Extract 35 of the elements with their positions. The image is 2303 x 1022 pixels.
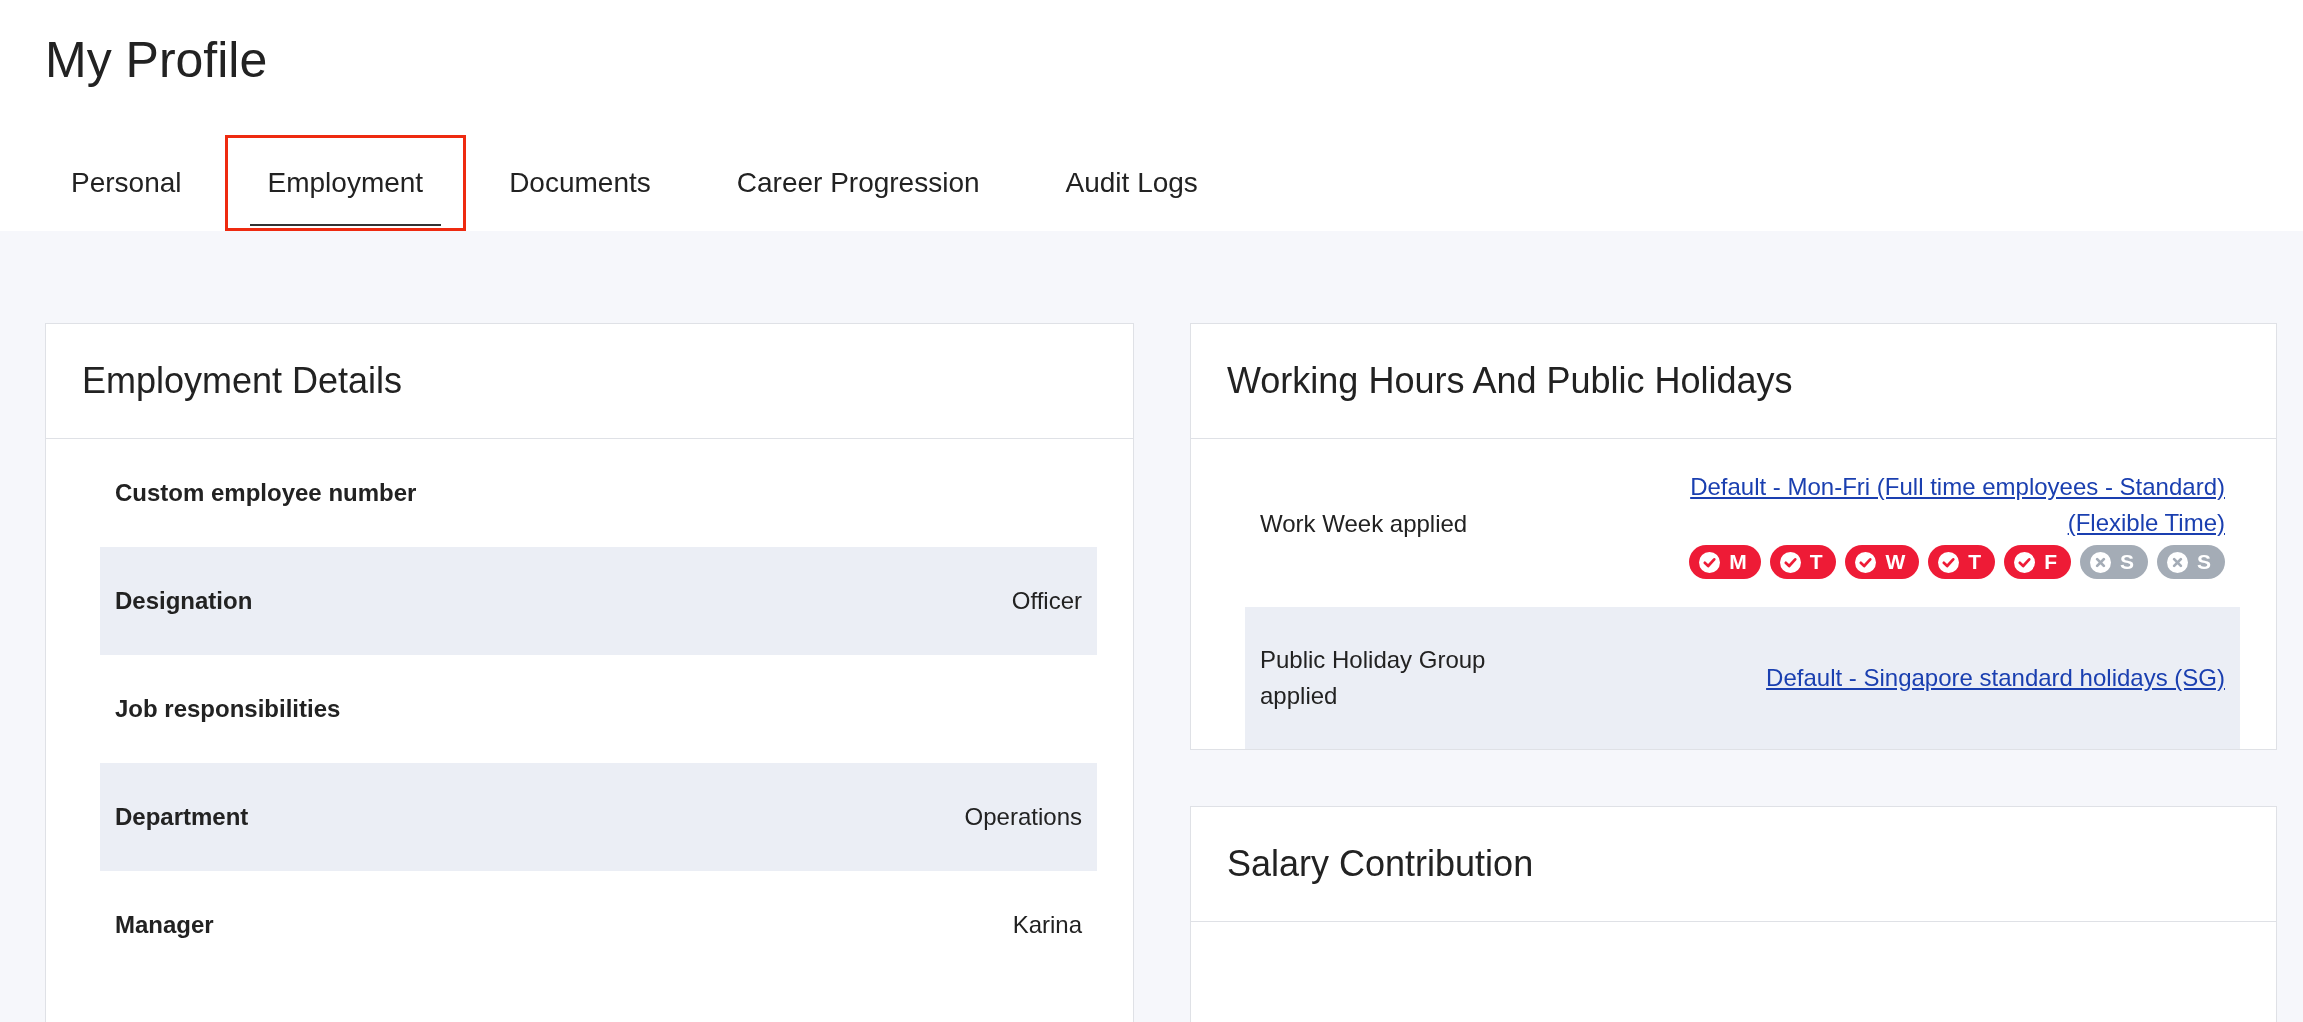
field-value: Karina [1012, 911, 1082, 939]
cross-icon [2167, 551, 2188, 573]
day-badge: T [1769, 545, 1837, 579]
day-badge: M [1689, 545, 1761, 579]
tab[interactable]: Employment [224, 135, 467, 231]
schedule-link[interactable]: Default - Singapore standard holidays (SG) [1766, 660, 2225, 696]
field-label: Manager [115, 911, 214, 939]
field-label: Designation [115, 587, 253, 615]
field-value: Officer [1011, 587, 1082, 615]
check-icon [1779, 551, 1801, 573]
day-badge: S [2157, 545, 2225, 579]
field-label: Custom employee number [115, 479, 417, 507]
check-icon [2014, 551, 2036, 573]
day-badge: F [2004, 545, 2071, 579]
tab[interactable]: Career Progression [693, 135, 1023, 231]
page-title: My Profile [45, 31, 269, 90]
field-label: Job responsibilities [115, 695, 341, 723]
day-badge: T [1928, 545, 1996, 579]
check-icon [1699, 551, 1721, 573]
day-badge: W [1845, 545, 1920, 579]
field-label: Public Holiday Group applied [1260, 645, 1487, 711]
field-label: Work Week applied [1260, 509, 1469, 539]
tab[interactable]: Audit Logs [1022, 135, 1241, 231]
day-badge: S [2079, 545, 2148, 579]
card-title: Working Hours And Public Holidays [1227, 360, 1793, 402]
card-title: Salary Contribution [1227, 843, 1534, 885]
card-title: Employment Details [82, 360, 403, 402]
check-icon [1938, 551, 1960, 573]
tab[interactable]: Personal [28, 135, 225, 231]
field-value: Operations [964, 803, 1082, 831]
cross-icon [2089, 551, 2111, 573]
schedule-link[interactable]: Default - Mon-Fri (Full time employees - Standard) (Flexible Time) [1625, 469, 2225, 541]
tab[interactable]: Documents [466, 135, 694, 231]
check-icon [1855, 551, 1877, 573]
field-label: Department [115, 803, 249, 831]
